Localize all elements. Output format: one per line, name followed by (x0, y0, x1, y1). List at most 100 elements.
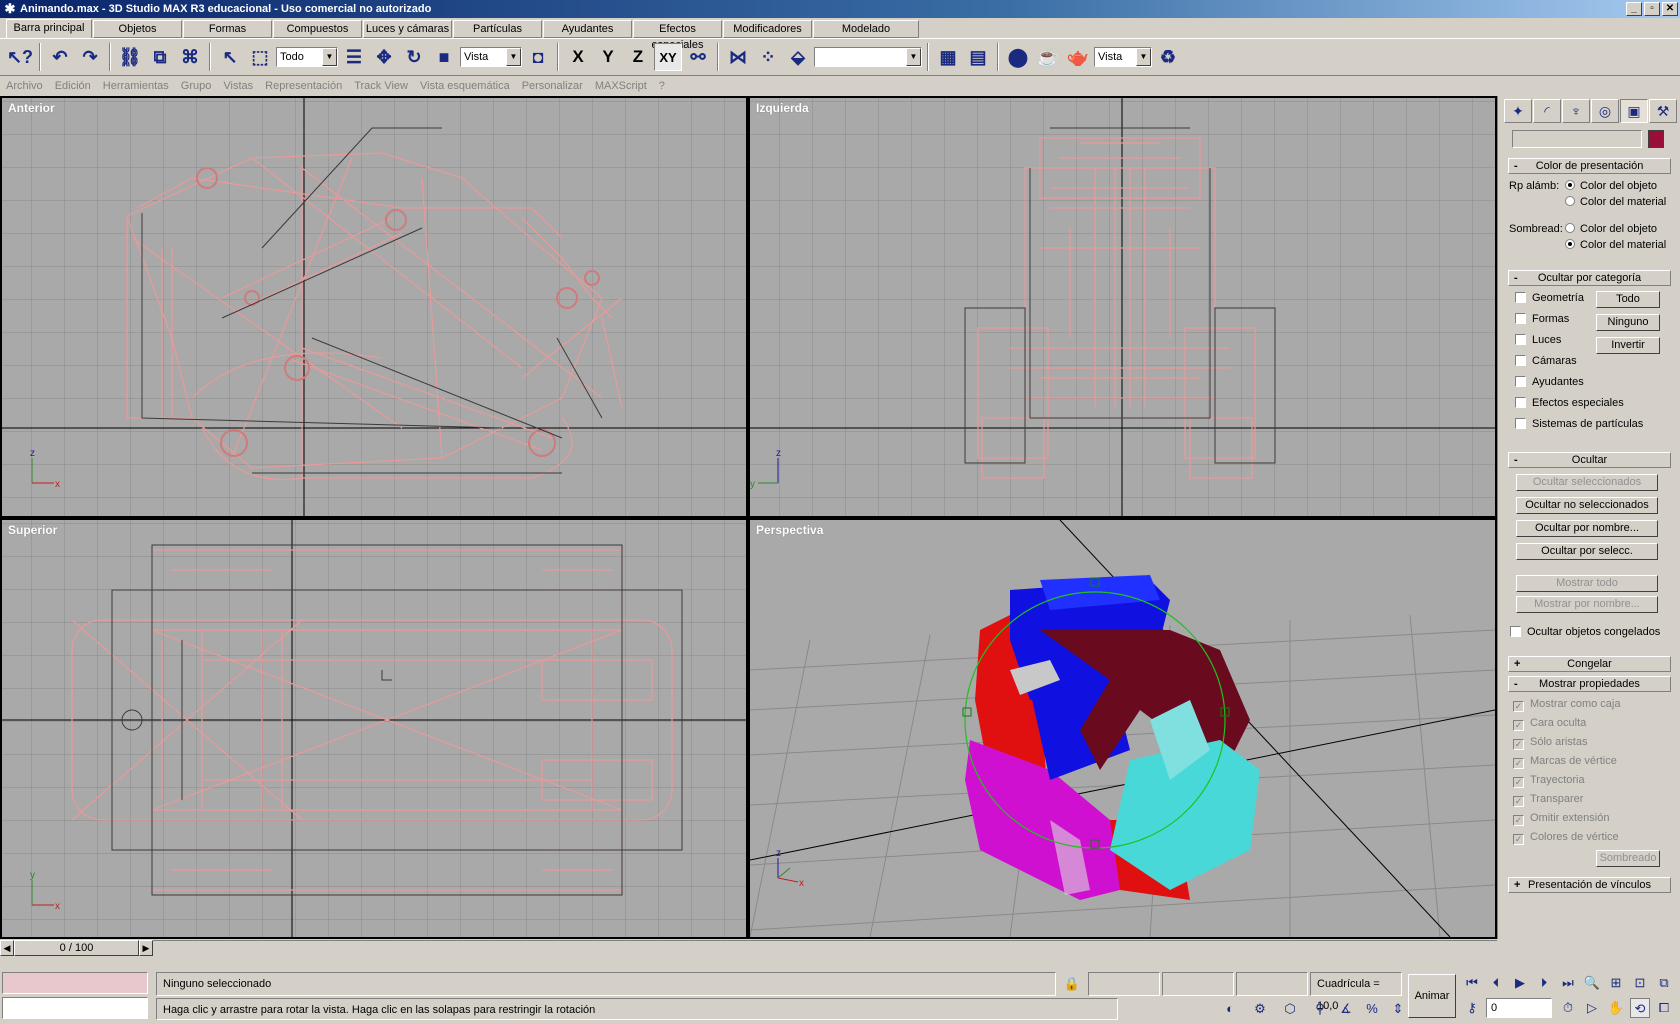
rollout-display-color[interactable]: - Color de presentación (1508, 158, 1671, 174)
hide-unselected-button[interactable]: Ocultar no seleccionados (1516, 497, 1658, 514)
hide-by-hit-button[interactable]: Ocultar por selecc. (1516, 543, 1658, 560)
goto-end-icon[interactable]: ⏭ (1558, 973, 1578, 993)
unlink-icon[interactable]: ⧉ (146, 43, 174, 71)
field-of-view-icon[interactable]: ▷ (1582, 998, 1602, 1018)
menu-grupo[interactable]: Grupo (181, 77, 212, 95)
quick-render-icon[interactable]: 🫖 (1064, 43, 1092, 71)
viewport-left[interactable]: z y Izquierda (750, 98, 1495, 516)
hierarchy-tab-icon[interactable]: ♆ (1562, 99, 1590, 123)
pan-icon[interactable]: ✋ (1606, 998, 1626, 1018)
goto-start-icon[interactable]: ⏮ (1462, 973, 1482, 993)
invert-button[interactable]: Invertir (1596, 337, 1660, 354)
restrict-x-button[interactable]: X (564, 43, 592, 71)
bind-space-warp-icon[interactable]: ⌘ (176, 43, 204, 71)
prop-backface-cull-checkbox[interactable]: ✓ Cara oculta (1513, 717, 1586, 731)
render-type-dropdown[interactable]: Vista ▼ (1094, 47, 1152, 67)
tab-efectos-especiales[interactable]: Efectos especiales (633, 20, 722, 51)
menu-personalizar[interactable]: Personalizar (522, 77, 583, 95)
category-particles-checkbox[interactable]: Sistemas de partículas (1515, 418, 1643, 430)
maxscript-input[interactable] (2, 997, 148, 1019)
menu-vistas[interactable]: Vistas (223, 77, 253, 95)
all-button[interactable]: Todo (1596, 291, 1660, 308)
hide-selected-button[interactable]: Ocultar seleccionados (1516, 474, 1658, 491)
menu-representacion[interactable]: Representación (265, 77, 342, 95)
select-icon[interactable]: ↖ (216, 43, 244, 71)
animate-button[interactable]: Animar (1408, 974, 1456, 1018)
link-icon[interactable]: ⛓ (116, 43, 144, 71)
reference-coord-dropdown[interactable]: Vista ▼ (460, 47, 522, 67)
create-tab-icon[interactable]: ✦ (1504, 99, 1532, 123)
tab-luces-camaras[interactable]: Luces y cámaras (363, 20, 452, 38)
unhide-all-button[interactable]: Mostrar todo (1516, 575, 1658, 592)
rollout-hide[interactable]: - Ocultar (1508, 452, 1671, 468)
menu-help[interactable]: ? (659, 77, 665, 95)
modify-tab-icon[interactable]: ◜ (1533, 99, 1561, 123)
prop-vertex-colors-checkbox[interactable]: ✓ Colores de vértice (1513, 831, 1619, 845)
viewport-perspective[interactable]: z x Perspectiva (750, 520, 1495, 937)
region-select-icon[interactable]: ⬚ (246, 43, 274, 71)
zoom-extents-all-icon[interactable]: ⧉ (1654, 973, 1674, 993)
key-mode-icon[interactable]: ⚷ (1462, 998, 1482, 1018)
category-space-warps-checkbox[interactable]: Efectos especiales (1515, 397, 1624, 409)
category-geometry-checkbox[interactable]: Geometría (1515, 292, 1584, 304)
menu-archivo[interactable]: Archivo (6, 77, 43, 95)
crossing-select-icon[interactable]: ◐ (1220, 999, 1240, 1019)
viewport-front[interactable]: z x Anterior (2, 98, 746, 516)
rollout-link-display[interactable]: + Presentación de vínculos (1508, 877, 1671, 893)
category-lights-checkbox[interactable]: Luces (1515, 334, 1561, 346)
tab-ayudantes[interactable]: Ayudantes (543, 20, 632, 38)
material-editor-icon[interactable]: ⬤ (1004, 43, 1032, 71)
scale-icon[interactable]: ■ (430, 43, 458, 71)
unhide-by-name-button[interactable]: Mostrar por nombre... (1516, 596, 1658, 613)
named-selection-dropdown[interactable]: ▼ (814, 47, 922, 67)
viewport-label-top[interactable]: Superior (8, 523, 57, 537)
maxscript-listener-mini[interactable] (2, 972, 148, 994)
hide-by-name-button[interactable]: Ocultar por nombre... (1516, 520, 1658, 537)
tab-compuestos[interactable]: Compuestos (273, 20, 362, 38)
viewport-label-perspective[interactable]: Perspectiva (756, 523, 823, 537)
shaded-object-color-radio[interactable]: Color del objeto (1565, 223, 1657, 235)
rotate-icon[interactable]: ↻ (400, 43, 428, 71)
menu-maxscript[interactable]: MAXScript (595, 77, 647, 95)
redo-icon[interactable]: ↷ (76, 43, 104, 71)
lock-selection-icon[interactable]: 🔒 (1062, 974, 1082, 994)
window-crossing-icon[interactable]: ⬡ (1280, 999, 1300, 1019)
z-coordinate-field[interactable] (1236, 972, 1308, 996)
viewport-label-left[interactable]: Izquierda (756, 101, 809, 115)
restrict-z-button[interactable]: Z (624, 43, 652, 71)
tab-modificadores[interactable]: Modificadores (723, 20, 812, 38)
selection-filter-dropdown[interactable]: Todo ▼ (276, 47, 338, 67)
prev-frame-icon[interactable]: ⏴ (1486, 973, 1506, 993)
x-coordinate-field[interactable] (1088, 972, 1160, 996)
play-icon[interactable]: ▶ (1510, 973, 1530, 993)
spinner-snap-icon[interactable]: ⇕ (1388, 999, 1408, 1019)
pivot-center-icon[interactable]: ◘ (524, 43, 552, 71)
rollout-display-properties[interactable]: - Mostrar propiedades (1508, 676, 1671, 692)
shaded-button[interactable]: Sombreado (1596, 850, 1660, 867)
snap-3d-icon[interactable]: ⚲ (1310, 999, 1330, 1019)
zoom-all-icon[interactable]: ⊞ (1606, 973, 1626, 993)
undo-icon[interactable]: ↶ (46, 43, 74, 71)
schematic-view-icon[interactable]: ▤ (964, 43, 992, 71)
shaded-material-color-radio[interactable]: Color del material (1565, 239, 1666, 251)
current-frame-field[interactable]: 0 (1486, 998, 1552, 1018)
ik-icon[interactable]: ⚯ (684, 43, 712, 71)
prop-ignore-extents-checkbox[interactable]: ✓ Omitir extensión (1513, 812, 1609, 826)
menu-herramientas[interactable]: Herramientas (103, 77, 169, 95)
viewport-label-front[interactable]: Anterior (8, 101, 55, 115)
min-max-toggle-icon[interactable]: ⧠ (1654, 998, 1674, 1018)
rollout-freeze[interactable]: + Congelar (1508, 656, 1671, 672)
percent-snap-icon[interactable]: % (1362, 999, 1382, 1019)
render-scene-icon[interactable]: ☕ (1034, 43, 1062, 71)
tab-barra-principal[interactable]: Barra principal (6, 19, 92, 38)
menu-vista-esquematica[interactable]: Vista esquemática (420, 77, 510, 95)
arc-rotate-icon[interactable]: ⟲ (1630, 998, 1650, 1018)
viewport-top[interactable]: y x Superior (2, 520, 746, 937)
angle-snap-icon[interactable]: ∡ (1336, 999, 1356, 1019)
degradation-override-icon[interactable]: ⚙ (1250, 999, 1270, 1019)
category-shapes-checkbox[interactable]: Formas (1515, 313, 1569, 325)
help-icon[interactable]: ↖? (6, 43, 34, 71)
select-by-name-icon[interactable]: ☰ (340, 43, 368, 71)
hide-frozen-checkbox[interactable]: Ocultar objetos congelados (1510, 626, 1660, 638)
motion-tab-icon[interactable]: ◎ (1591, 99, 1619, 123)
